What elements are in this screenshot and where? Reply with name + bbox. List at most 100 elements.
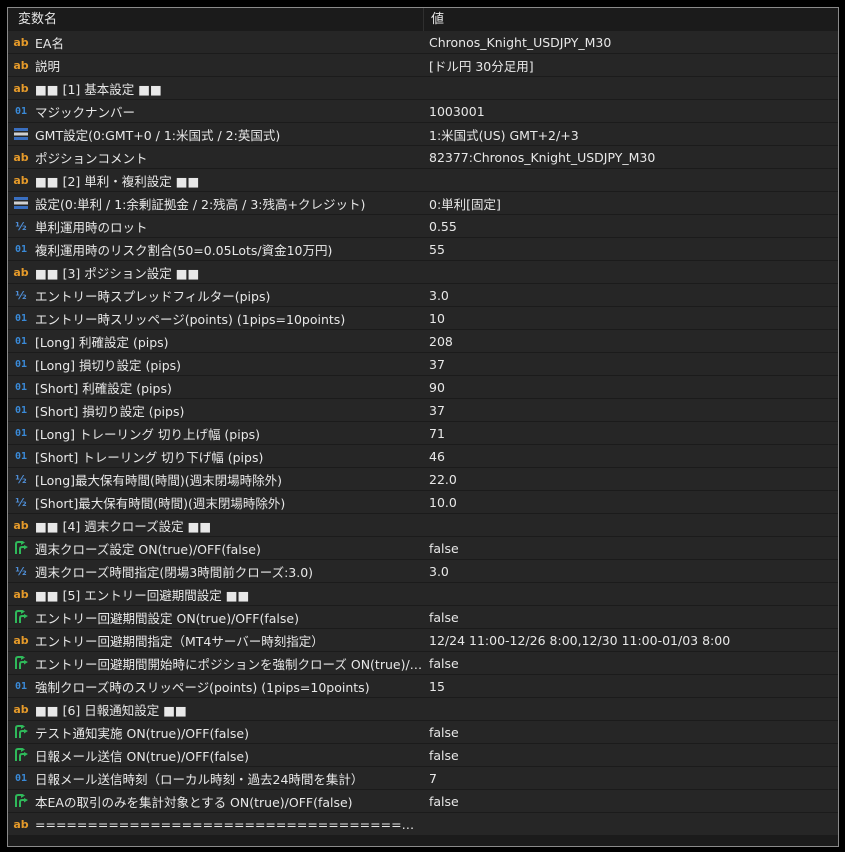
table-row[interactable]: 日報メール送信 ON(true)/OFF(false) false <box>8 744 838 766</box>
variable-value[interactable]: 46 <box>429 449 445 464</box>
value-cell[interactable]: 46 <box>424 445 838 467</box>
table-row[interactable]: ab ■■ [3] ポジション設定 ■■ <box>8 261 838 283</box>
table-row[interactable]: 01 [Short] 利確設定 (pips) 90 <box>8 376 838 398</box>
table-row[interactable]: エントリー回避期間開始時にポジションを強制クローズ ON(true)/OFF..… <box>8 652 838 674</box>
value-cell[interactable]: [ドル円 30分足用] <box>424 54 838 76</box>
table-row[interactable]: 本EAの取引のみを集計対象とする ON(true)/OFF(false) fals… <box>8 790 838 812</box>
value-cell[interactable]: false <box>424 537 838 559</box>
value-cell[interactable]: 1:米国式(US) GMT+2/+3 <box>424 123 838 145</box>
table-row[interactable]: GMT設定(0:GMT+0 / 1:米国式 / 2:英国式) 1:米国式(US) … <box>8 123 838 145</box>
variable-value[interactable]: 71 <box>429 426 445 441</box>
variable-value[interactable]: [ドル円 30分足用] <box>429 56 534 75</box>
table-row[interactable]: ab 説明 [ドル円 30分足用] <box>8 54 838 76</box>
variable-value[interactable]: 3.0 <box>429 564 449 579</box>
variable-value[interactable]: 12/24 11:00-12/26 8:00,12/30 11:00-01/03… <box>429 633 730 648</box>
table-row[interactable]: 01 [Long] 損切り設定 (pips) 37 <box>8 353 838 375</box>
variable-value[interactable]: 55 <box>429 242 445 257</box>
table-row[interactable]: 01 [Long] 利確設定 (pips) 208 <box>8 330 838 352</box>
table-row[interactable]: ½ 単利運用時のロット 0.55 <box>8 215 838 237</box>
variable-value[interactable]: 3.0 <box>429 288 449 303</box>
table-row[interactable]: 01 日報メール送信時刻（ローカル時刻・過去24時間を集計） 7 <box>8 767 838 789</box>
value-cell[interactable]: false <box>424 744 838 766</box>
variable-value[interactable]: 10 <box>429 311 445 326</box>
value-cell[interactable]: false <box>424 606 838 628</box>
table-row[interactable]: ab ■■ [5] エントリー回避期間設定 ■■ <box>8 583 838 605</box>
table-row[interactable]: 01 [Short] 損切り設定 (pips) 37 <box>8 399 838 421</box>
table-row[interactable]: ab エントリー回避期間指定（MT4サーバー時刻指定） 12/24 11:00-12… <box>8 629 838 651</box>
variable-value[interactable]: 10.0 <box>429 495 457 510</box>
variable-value[interactable]: 7 <box>429 771 437 786</box>
value-cell[interactable]: 37 <box>424 399 838 421</box>
variable-value[interactable]: false <box>429 794 459 809</box>
value-cell[interactable]: 71 <box>424 422 838 444</box>
table-row[interactable]: 01 強制クローズ時のスリッページ(points) (1pips=10points… <box>8 675 838 697</box>
variable-value[interactable]: 15 <box>429 679 445 694</box>
table-row[interactable]: ab ■■ [1] 基本設定 ■■ <box>8 77 838 99</box>
table-row[interactable]: ab ポジションコメント 82377:Chronos_Knight_USDJPY_M… <box>8 146 838 168</box>
variable-value[interactable]: 1003001 <box>429 104 485 119</box>
table-row[interactable]: ½ エントリー時スプレッドフィルター(pips) 3.0 <box>8 284 838 306</box>
variable-value[interactable]: 0.55 <box>429 219 457 234</box>
value-cell[interactable] <box>424 169 838 191</box>
value-cell[interactable] <box>424 698 838 720</box>
variable-value[interactable]: false <box>429 725 459 740</box>
value-cell[interactable]: 82377:Chronos_Knight_USDJPY_M30 <box>424 146 838 168</box>
variable-value[interactable]: 0:単利[固定] <box>429 194 501 213</box>
variable-value[interactable]: false <box>429 541 459 556</box>
value-cell[interactable]: 0:単利[固定] <box>424 192 838 214</box>
value-cell[interactable]: 0.55 <box>424 215 838 237</box>
value-cell[interactable]: 10 <box>424 307 838 329</box>
value-cell[interactable]: 37 <box>424 353 838 375</box>
variable-value[interactable]: 37 <box>429 403 445 418</box>
table-row[interactable]: 01 マジックナンバー 1003001 <box>8 100 838 122</box>
variable-value[interactable]: false <box>429 610 459 625</box>
value-cell[interactable]: 3.0 <box>424 284 838 306</box>
table-row[interactable]: 週末クローズ設定 ON(true)/OFF(false) false <box>8 537 838 559</box>
value-cell[interactable] <box>424 261 838 283</box>
value-cell[interactable]: false <box>424 652 838 674</box>
variable-value[interactable]: false <box>429 748 459 763</box>
variable-value[interactable]: 208 <box>429 334 453 349</box>
value-cell[interactable]: false <box>424 790 838 812</box>
table-row[interactable]: ab ■■ [6] 日報通知設定 ■■ <box>8 698 838 720</box>
table-row[interactable]: ½ [Long]最大保有時間(時間)(週末閉場時除外) 22.0 <box>8 468 838 490</box>
value-cell[interactable]: 208 <box>424 330 838 352</box>
variable-value[interactable]: 22.0 <box>429 472 457 487</box>
table-row[interactable]: ab ■■ [2] 単利・複利設定 ■■ <box>8 169 838 191</box>
table-row[interactable]: 01 複利運用時のリスク割合(50=0.05Lots/資金10万円) 55 <box>8 238 838 260</box>
variable-value[interactable]: 37 <box>429 357 445 372</box>
column-header-value[interactable]: 値 <box>423 8 838 31</box>
table-row[interactable]: ½ [Short]最大保有時間(時間)(週末閉場時除外) 10.0 <box>8 491 838 513</box>
value-cell[interactable]: false <box>424 721 838 743</box>
value-cell[interactable]: Chronos_Knight_USDJPY_M30 <box>424 31 838 53</box>
table-row[interactable]: 01 エントリー時スリッページ(points) (1pips=10points) 1… <box>8 307 838 329</box>
variable-value[interactable]: 1:米国式(US) GMT+2/+3 <box>429 125 579 144</box>
value-cell[interactable]: 22.0 <box>424 468 838 490</box>
value-cell[interactable]: 7 <box>424 767 838 789</box>
table-row[interactable]: ab ======================================… <box>8 813 838 835</box>
value-cell[interactable]: 55 <box>424 238 838 260</box>
variable-value[interactable]: 82377:Chronos_Knight_USDJPY_M30 <box>429 150 655 165</box>
table-row[interactable]: テスト通知実施 ON(true)/OFF(false) false <box>8 721 838 743</box>
value-cell[interactable] <box>424 77 838 99</box>
value-cell[interactable] <box>424 514 838 536</box>
variable-value[interactable]: Chronos_Knight_USDJPY_M30 <box>429 35 611 50</box>
table-row[interactable]: ab EA名 Chronos_Knight_USDJPY_M30 <box>8 31 838 53</box>
table-row[interactable]: 設定(0:単利 / 1:余剰証拠金 / 2:残高 / 3:残高+クレジット) 0:… <box>8 192 838 214</box>
table-row[interactable]: 01 [Short] トレーリング 切り下げ幅 (pips) 46 <box>8 445 838 467</box>
value-cell[interactable]: 3.0 <box>424 560 838 582</box>
table-row[interactable]: エントリー回避期間設定 ON(true)/OFF(false) false <box>8 606 838 628</box>
table-row[interactable]: ½ 週末クローズ時間指定(閉場3時間前クローズ:3.0) 3.0 <box>8 560 838 582</box>
value-cell[interactable]: 12/24 11:00-12/26 8:00,12/30 11:00-01/03… <box>424 629 838 651</box>
value-cell[interactable]: 10.0 <box>424 491 838 513</box>
variable-value[interactable]: false <box>429 656 459 671</box>
value-cell[interactable] <box>424 813 838 835</box>
value-cell[interactable] <box>424 583 838 605</box>
value-cell[interactable]: 15 <box>424 675 838 697</box>
variable-value[interactable]: 90 <box>429 380 445 395</box>
table-row[interactable]: ab ■■ [4] 週末クローズ設定 ■■ <box>8 514 838 536</box>
table-row[interactable]: 01 [Long] トレーリング 切り上げ幅 (pips) 71 <box>8 422 838 444</box>
value-cell[interactable]: 1003001 <box>424 100 838 122</box>
value-cell[interactable]: 90 <box>424 376 838 398</box>
column-header-variable-name[interactable]: 変数名 <box>8 8 423 31</box>
